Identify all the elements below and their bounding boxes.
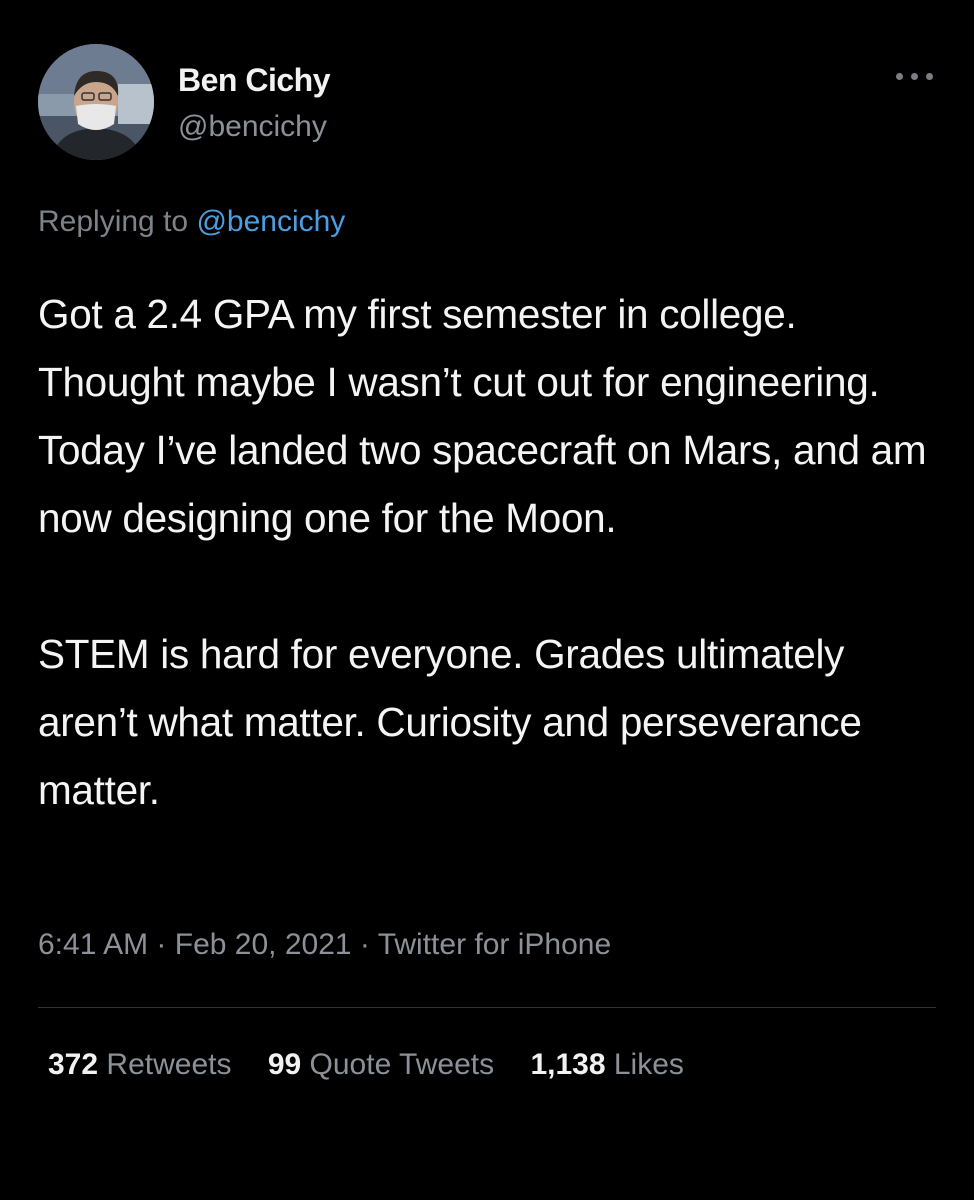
likes-stat[interactable]: 1,138 Likes <box>530 1048 683 1082</box>
meta-separator: · <box>156 928 167 961</box>
avatar[interactable] <box>38 44 154 160</box>
tweet-paragraph: Got a 2.4 GPA my first semester in colle… <box>38 291 927 541</box>
quote-tweets-stat[interactable]: 99 Quote Tweets <box>268 1048 494 1082</box>
more-horizontal-icon[interactable] <box>890 62 940 92</box>
tweet-paragraph: STEM is hard for everyone. Grades ultima… <box>38 631 862 813</box>
retweets-count: 372 <box>48 1048 99 1081</box>
tweet-meta: 6:41 AM · Feb 20, 2021 · Twitter for iPh… <box>38 928 611 962</box>
divider <box>38 1007 936 1008</box>
retweets-stat[interactable]: 372 Retweets <box>48 1048 231 1082</box>
reply-mention-link[interactable]: @bencichy <box>196 205 345 238</box>
tweet-time[interactable]: 6:41 AM <box>38 928 148 961</box>
tweet-source-link[interactable]: Twitter for iPhone <box>378 928 611 961</box>
user-handle[interactable]: @bencichy <box>178 110 327 144</box>
quote-tweets-count: 99 <box>267 1048 302 1081</box>
profile-photo-icon <box>38 44 154 160</box>
replying-prefix: Replying to <box>38 205 189 238</box>
replying-to: Replying to @bencichy <box>38 205 345 239</box>
tweet-date[interactable]: Feb 20, 2021 <box>175 928 352 961</box>
tweet-card: Ben Cichy @bencichy Replying to @bencich… <box>0 0 974 1200</box>
likes-label: Likes <box>613 1048 684 1081</box>
likes-count: 1,138 <box>530 1048 606 1081</box>
tweet-text: Got a 2.4 GPA my first semester in colle… <box>38 280 938 824</box>
display-name[interactable]: Ben Cichy <box>178 62 330 99</box>
tweet-stats: 372 Retweets 99 Quote Tweets 1,138 Likes <box>48 1048 712 1082</box>
meta-separator: · <box>359 928 370 961</box>
retweets-label: Retweets <box>106 1048 232 1081</box>
quote-tweets-label: Quote Tweets <box>309 1048 495 1081</box>
